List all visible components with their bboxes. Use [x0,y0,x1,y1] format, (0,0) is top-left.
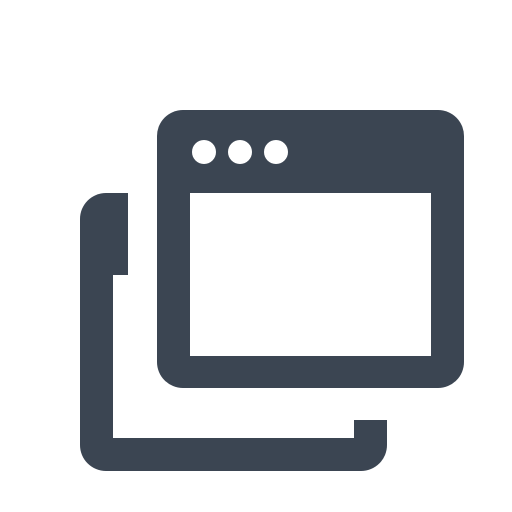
front-window-content [190,193,431,356]
multiple-windows-icon [80,80,494,471]
window-dot-3 [264,140,288,164]
icon-canvas [0,0,512,512]
window-dot-1 [192,140,216,164]
window-dot-2 [228,140,252,164]
front-window [128,80,494,420]
